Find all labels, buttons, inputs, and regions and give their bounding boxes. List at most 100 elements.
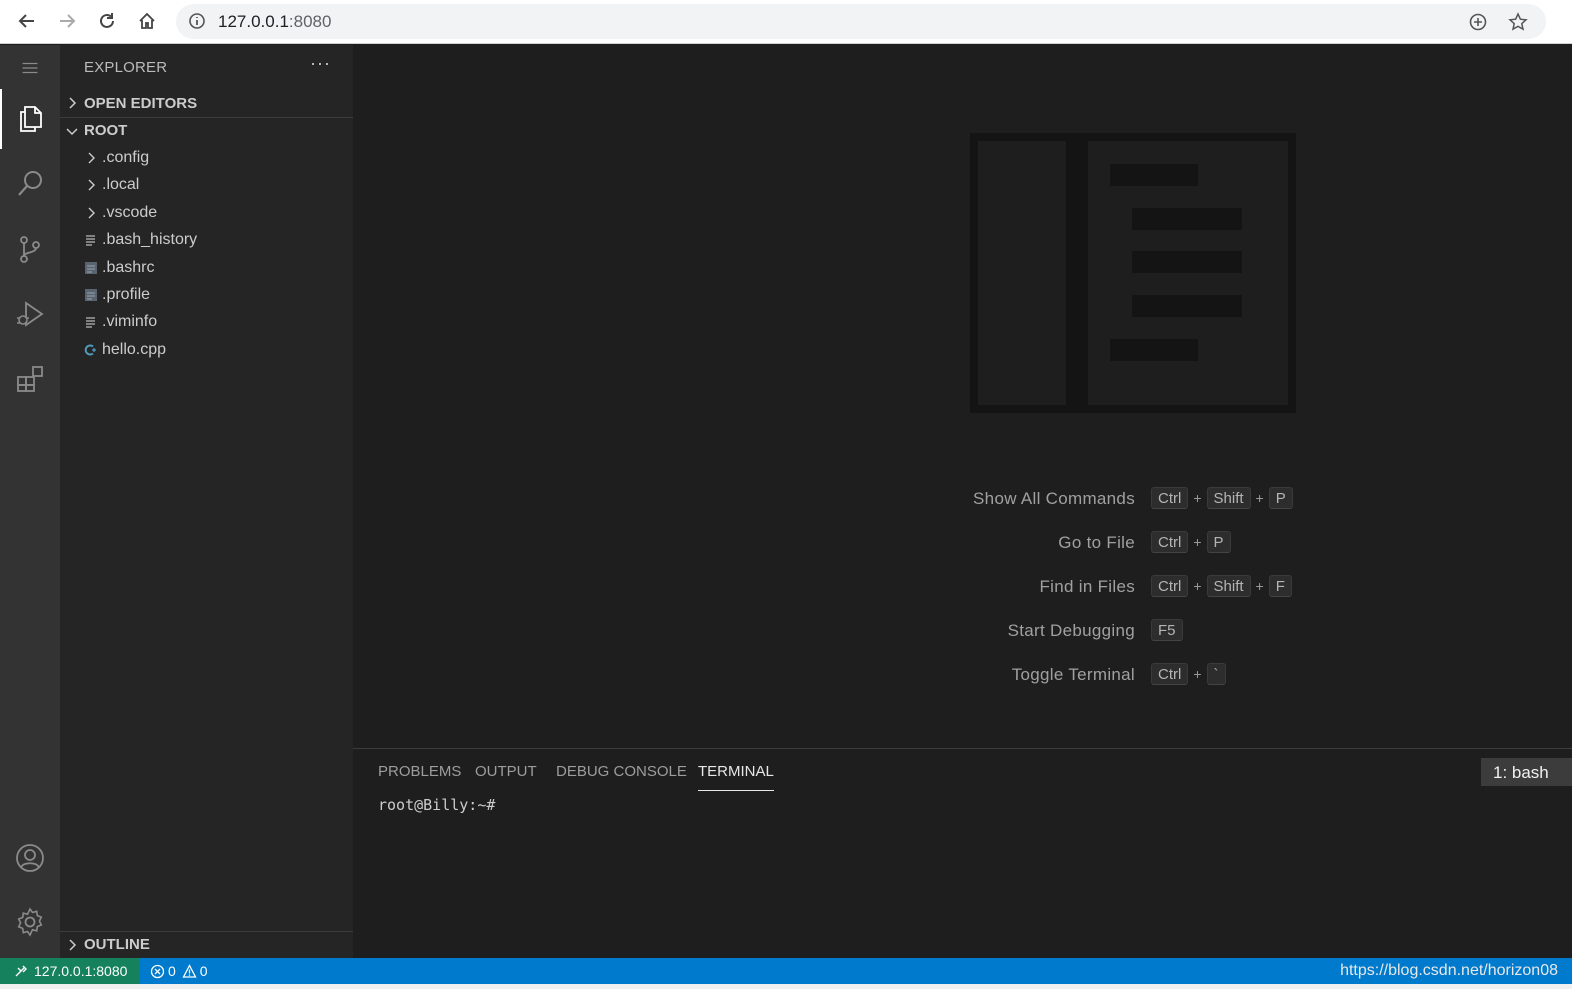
section-label: ROOT: [84, 122, 128, 139]
tab-output[interactable]: OUTPUT: [475, 763, 537, 791]
tree-item-label: .local: [102, 176, 140, 193]
tree-item-label: .vscode: [102, 204, 158, 221]
shortcut-find-in-files[interactable]: Find in Files Ctrl + Shift + F: [353, 575, 1572, 599]
back-arrow-icon[interactable]: [14, 8, 40, 34]
tab-problems[interactable]: PROBLEMS: [378, 763, 461, 791]
bottom-panel: PROBLEMS OUTPUT DEBUG CONSOLE TERMINAL 1…: [353, 748, 1572, 958]
csdn-watermark: https://blog.csdn.net/horizon08: [1340, 962, 1558, 979]
shortcut-label: Toggle Terminal: [1011, 665, 1135, 684]
terminal-select[interactable]: 1: bash: [1481, 758, 1572, 786]
tree-item-local[interactable]: .local: [60, 172, 353, 198]
key-cap: P: [1206, 531, 1231, 553]
tree-item-label: .viminfo: [102, 313, 158, 330]
chevron-right-icon: [60, 938, 84, 952]
tab-debug-console[interactable]: DEBUG CONSOLE: [556, 763, 687, 791]
tree-item-label: hello.cpp: [102, 341, 167, 358]
editor-area: Show All Commands Ctrl + Shift + P Go to…: [353, 45, 1572, 748]
key-plus: +: [1193, 534, 1202, 550]
chevron-right-icon: [82, 149, 100, 167]
forward-arrow-icon[interactable]: [54, 8, 80, 34]
chevron-down-icon: [60, 124, 84, 138]
key-plus: +: [1255, 578, 1264, 594]
shortcut-label: Show All Commands: [973, 489, 1135, 508]
section-label: OPEN EDITORS: [84, 94, 198, 112]
browser-toolbar: 127.0.0.1:8080: [0, 0, 1572, 44]
error-count: 0: [168, 963, 176, 979]
shortcut-show-all-commands[interactable]: Show All Commands Ctrl + Shift + P: [353, 487, 1572, 511]
section-label: OUTLINE: [84, 936, 150, 953]
url-text: 127.0.0.1:8080: [218, 12, 331, 32]
key-plus: +: [1193, 666, 1202, 682]
key-cap: `: [1206, 663, 1226, 685]
gear-icon[interactable]: [0, 892, 60, 952]
remote-icon: [15, 965, 27, 977]
tree-item-bash-history[interactable]: .bash_history: [60, 227, 353, 253]
info-icon[interactable]: [188, 12, 206, 30]
chevron-right-icon: [82, 204, 100, 222]
star-icon[interactable]: [1508, 12, 1528, 32]
shortcut-label: Start Debugging: [1007, 621, 1135, 640]
shortcut-start-debugging[interactable]: Start Debugging F5: [353, 619, 1572, 643]
tree-item-hello-cpp[interactable]: hello.cpp: [60, 337, 353, 363]
tree-item-bashrc[interactable]: .bashrc: [60, 255, 353, 281]
tree-item-label: .config: [102, 149, 150, 166]
reload-icon[interactable]: [94, 8, 120, 34]
warning-count: 0: [199, 963, 208, 979]
shortcut-go-to-file[interactable]: Go to File Ctrl + P: [353, 531, 1572, 555]
key-cap: F5: [1151, 619, 1183, 641]
shortcut-keys: Ctrl + Shift + P: [1151, 487, 1293, 509]
zoom-icon[interactable]: [1468, 12, 1488, 32]
activity-bar: [0, 45, 60, 958]
section-open-editors[interactable]: OPEN EDITORS: [60, 90, 353, 116]
key-cap: Ctrl: [1151, 663, 1189, 685]
explorer-title: EXPLORER: [84, 59, 168, 76]
shell-file-icon: [82, 259, 100, 277]
source-control-icon[interactable]: [0, 219, 60, 279]
accounts-icon[interactable]: [0, 828, 60, 888]
explorer-sidebar: EXPLORER ··· OPEN EDITORS ROOT .config .…: [60, 45, 353, 958]
shortcut-keys: Ctrl + P: [1151, 531, 1231, 553]
shortcut-toggle-terminal[interactable]: Toggle Terminal Ctrl + `: [353, 663, 1572, 687]
key-cap: P: [1268, 487, 1293, 509]
extensions-icon[interactable]: [0, 349, 60, 409]
tree-item-label: .bashrc: [102, 259, 155, 276]
chevron-right-icon: [60, 96, 84, 110]
status-bar: 127.0.0.1:8080 0 0 https://blog.csdn.net…: [0, 958, 1572, 984]
error-icon: [150, 964, 165, 978]
more-actions-icon[interactable]: ···: [310, 53, 331, 74]
shortcut-label: Find in Files: [1039, 577, 1135, 596]
key-cap: Ctrl: [1151, 487, 1189, 509]
terminal-prompt[interactable]: root@Billy:~#: [378, 796, 495, 814]
shortcut-keys: Ctrl + `: [1151, 663, 1226, 685]
problems-indicator[interactable]: 0 0: [150, 958, 208, 984]
explorer-icon[interactable]: [0, 89, 60, 149]
shortcut-label: Go to File: [1058, 533, 1135, 552]
home-icon[interactable]: [134, 8, 160, 34]
key-cap: Shift: [1206, 487, 1251, 509]
remote-indicator[interactable]: 127.0.0.1:8080: [0, 958, 140, 984]
menu-icon[interactable]: [0, 45, 60, 91]
vscode-letterpress-logo: [970, 133, 1296, 413]
tree-item-viminfo[interactable]: .viminfo: [60, 309, 353, 335]
run-debug-icon[interactable]: [0, 284, 60, 344]
window-bottom-edge: [0, 984, 1572, 989]
tree-item-profile[interactable]: .profile: [60, 282, 353, 308]
tree-item-label: .profile: [102, 286, 151, 303]
cpp-file-icon: [82, 341, 100, 359]
section-root[interactable]: ROOT: [60, 117, 353, 143]
key-cap: F: [1268, 575, 1292, 597]
shell-file-icon: [82, 286, 100, 304]
section-outline[interactable]: OUTLINE: [60, 931, 353, 957]
tree-item-vscode[interactable]: .vscode: [60, 200, 353, 226]
shortcut-keys: F5: [1151, 619, 1183, 641]
key-plus: +: [1193, 490, 1202, 506]
search-icon[interactable]: [0, 154, 60, 214]
url-host: 127.0.0.1: [218, 12, 289, 31]
url-port: :8080: [288, 12, 332, 31]
key-cap: Ctrl: [1151, 531, 1189, 553]
tree-item-config[interactable]: .config: [60, 145, 353, 171]
remote-label: 127.0.0.1:8080: [34, 963, 128, 979]
key-plus: +: [1255, 490, 1264, 506]
address-bar[interactable]: 127.0.0.1:8080: [176, 4, 1546, 39]
tab-terminal[interactable]: TERMINAL: [698, 763, 774, 791]
